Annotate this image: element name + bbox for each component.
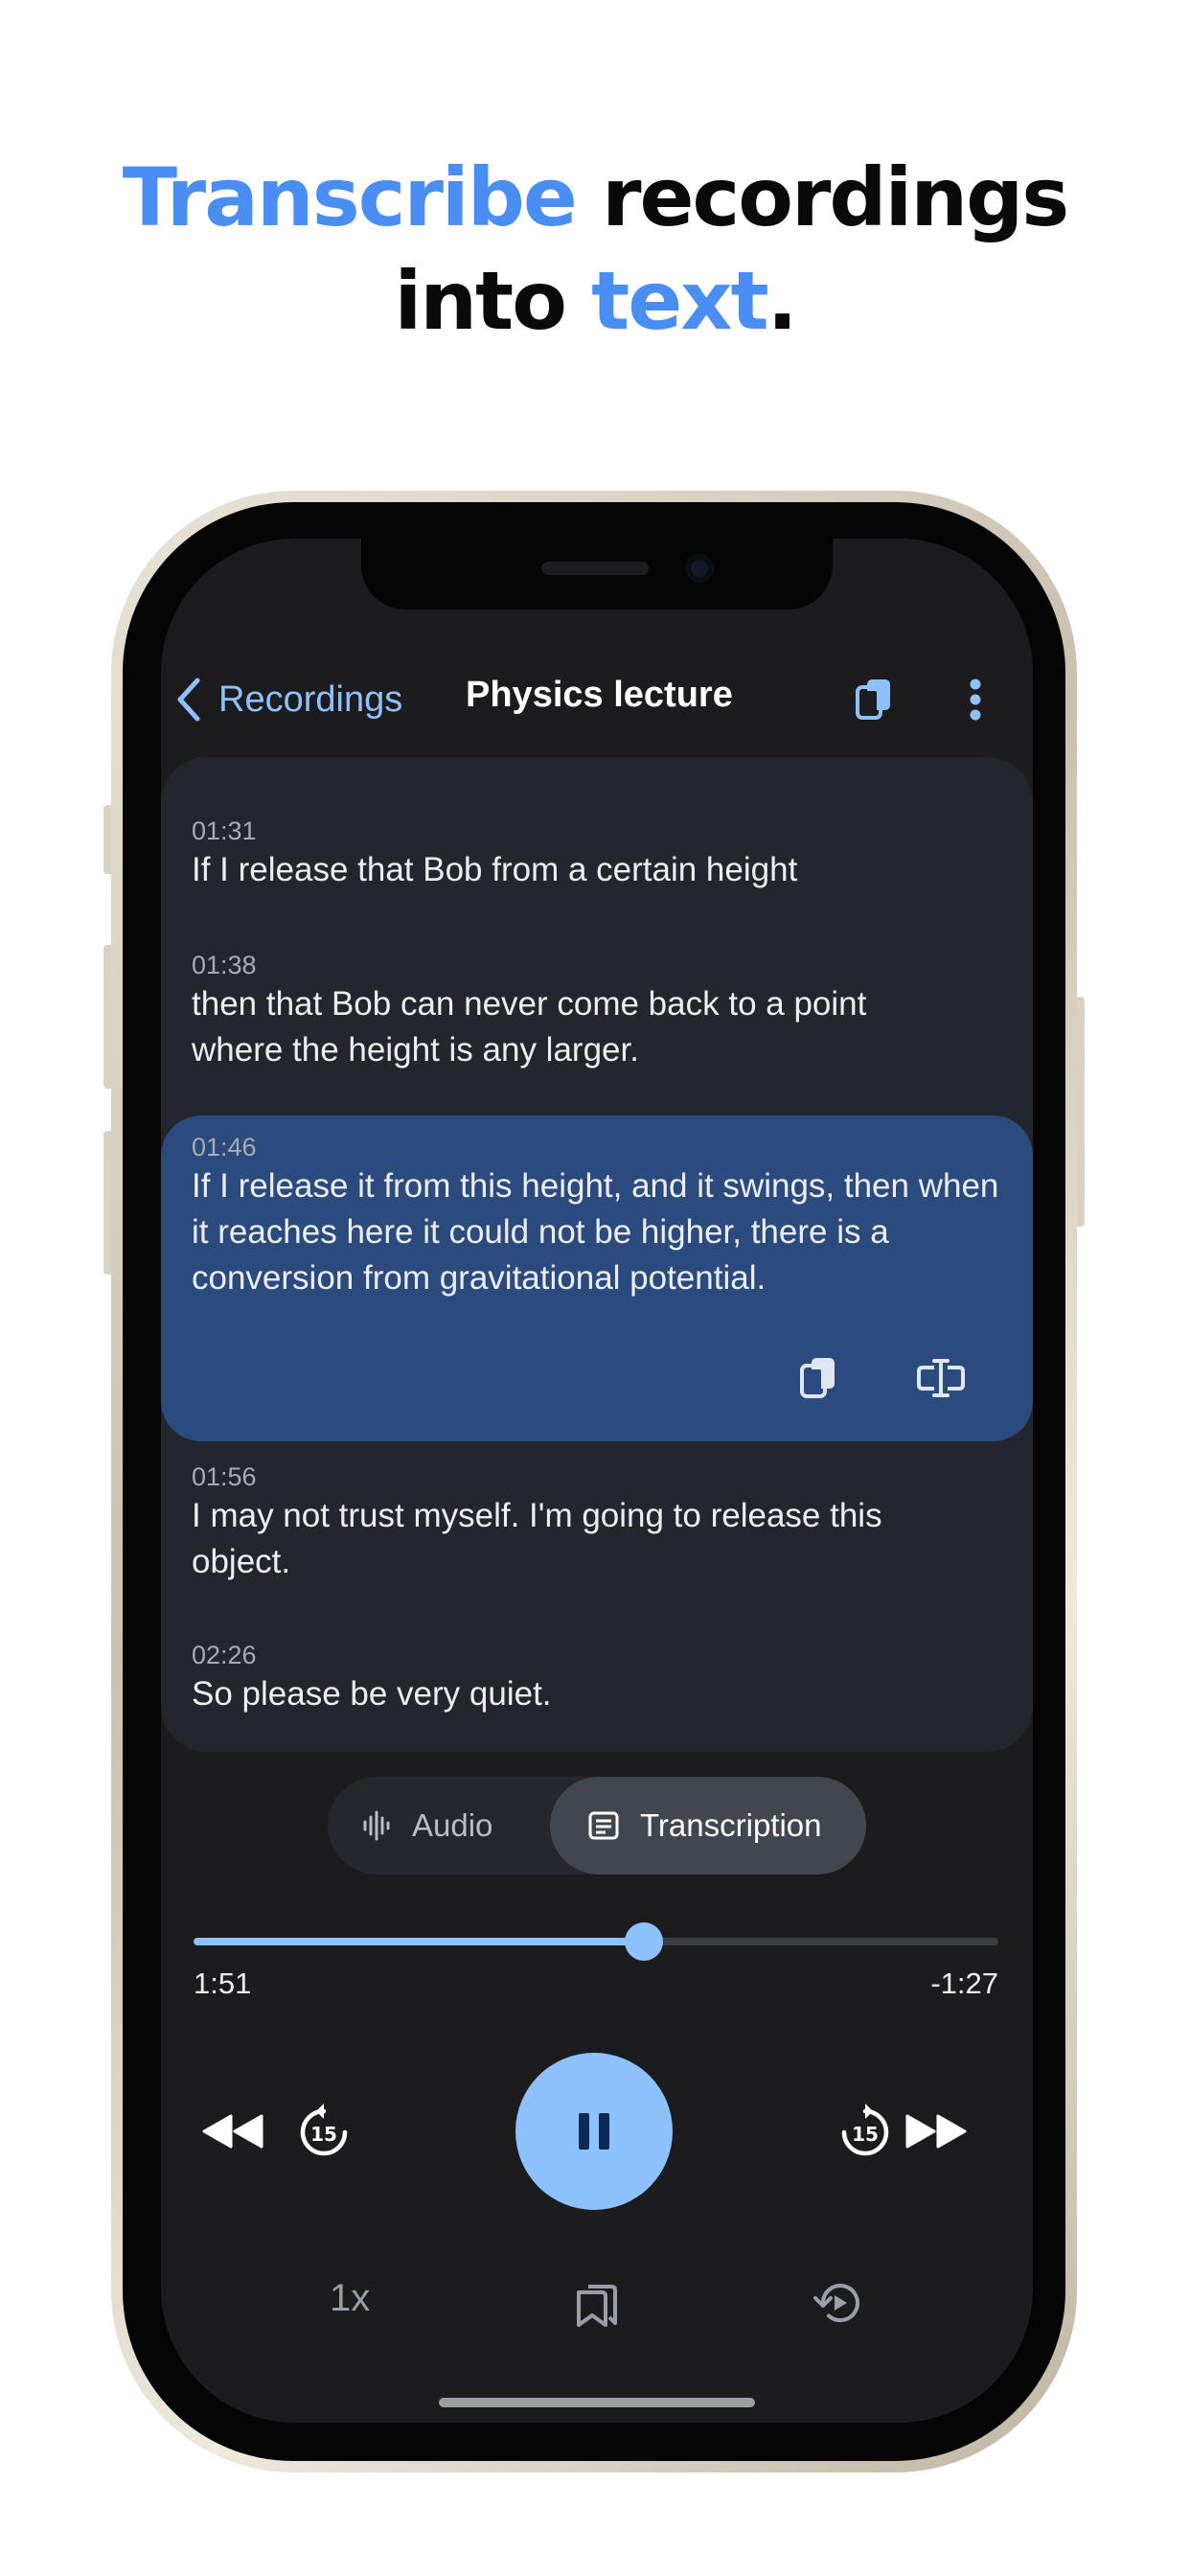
headline-accent-text: text xyxy=(591,254,768,348)
more-vertical-icon xyxy=(970,678,981,721)
headline-line-1: Transcribe recordings xyxy=(0,146,1190,249)
playback-history-button[interactable] xyxy=(805,2269,872,2336)
page-title: Physics lecture xyxy=(466,675,733,715)
home-indicator xyxy=(439,2398,755,2407)
transcript-segment-active[interactable]: 01:46 If I release it from this height, … xyxy=(161,1116,1033,1441)
skip-back-button[interactable]: 15 xyxy=(286,2093,362,2170)
copy-icon xyxy=(800,1358,835,1398)
segment-timestamp: 02:26 xyxy=(192,1641,257,1669)
earpiece-speaker xyxy=(541,562,649,575)
elapsed-time: 1:51 xyxy=(194,1966,252,2000)
view-toggle: Audio Transcription xyxy=(328,1777,866,1874)
skip-back-15-icon: 15 xyxy=(300,2104,348,2156)
headline-into: into xyxy=(394,254,592,348)
more-options-button[interactable] xyxy=(949,673,1002,726)
segment-actions xyxy=(788,1347,972,1409)
back-button[interactable]: Recordings xyxy=(174,671,402,728)
skip-back-seconds: 15 xyxy=(310,2123,337,2146)
play-pause-button[interactable] xyxy=(515,2053,673,2210)
phone-screen: Recordings Physics lecture 01:31 If I re… xyxy=(161,539,1033,2423)
pause-icon xyxy=(579,2113,609,2150)
segment-timestamp: 01:56 xyxy=(192,1462,257,1491)
transcript-segment[interactable]: 01:31 If I release that Bob from a certa… xyxy=(161,757,1033,891)
skip-forward-15-icon: 15 xyxy=(841,2104,889,2156)
playback-progress-fill xyxy=(194,1938,645,1945)
audio-tab-label: Audio xyxy=(412,1807,493,1843)
headline-accent-transcribe: Transcribe xyxy=(122,150,578,244)
navigation-bar: Recordings Physics lecture xyxy=(161,648,1033,755)
transcript-segment[interactable]: 01:56 I may not trust myself. I'm going … xyxy=(161,1443,1033,1625)
copy-icon xyxy=(856,679,890,720)
promo-headline: Transcribe recordings into text. xyxy=(0,146,1190,353)
segment-text: then that Bob can never come back to a p… xyxy=(192,985,867,1069)
headline-line-2: into text. xyxy=(0,249,1190,353)
transcription-tab[interactable]: Transcription xyxy=(550,1777,866,1874)
skip-forward-seconds: 15 xyxy=(852,2123,879,2146)
waveform-icon xyxy=(363,1810,390,1841)
bookmarks-icon xyxy=(577,2285,617,2327)
rewind-button[interactable] xyxy=(195,2095,270,2168)
segment-timestamp: 01:46 xyxy=(192,1133,257,1162)
chevron-left-icon xyxy=(177,678,200,722)
headline-recordings: recordings xyxy=(575,150,1069,244)
fast-forward-button[interactable] xyxy=(899,2095,973,2168)
audio-tab[interactable]: Audio xyxy=(328,1777,550,1874)
notch xyxy=(361,539,833,610)
transcript-card: 01:31 If I release that Bob from a certa… xyxy=(161,757,1033,1752)
front-camera xyxy=(685,554,714,583)
playback-scrubber-thumb[interactable] xyxy=(625,1922,664,1961)
edit-segment-button[interactable] xyxy=(910,1347,972,1409)
transcript-segment[interactable]: 02:26 So please be very quiet. xyxy=(161,1625,1033,1752)
remaining-time: -1:27 xyxy=(930,1966,998,2000)
transcript-segment[interactable]: 01:38 then that Bob can never come back … xyxy=(161,891,1033,1112)
segment-text: I may not trust myself. I'm going to rel… xyxy=(192,1497,882,1580)
copy-transcript-button[interactable] xyxy=(847,673,901,726)
segment-text: If I release that Bob from a certain hei… xyxy=(192,851,798,888)
text-cursor-icon xyxy=(917,1359,965,1397)
document-text-icon xyxy=(588,1811,619,1840)
skip-forward-button[interactable]: 15 xyxy=(827,2093,904,2170)
segment-timestamp: 01:38 xyxy=(192,951,257,979)
headline-period: . xyxy=(767,254,798,348)
segment-timestamp: 01:31 xyxy=(192,816,257,845)
playback-progress-track[interactable] xyxy=(194,1922,998,1961)
segment-text: So please be very quiet. xyxy=(192,1675,552,1713)
segment-text: If I release it from this height, and it… xyxy=(192,1167,999,1297)
back-label: Recordings xyxy=(218,678,403,720)
rewind-icon xyxy=(202,2114,263,2149)
transcription-tab-label: Transcription xyxy=(640,1807,822,1843)
fast-forward-icon xyxy=(905,2114,967,2149)
bookmark-button[interactable] xyxy=(563,2269,630,2336)
copy-segment-button[interactable] xyxy=(788,1347,849,1409)
history-play-icon xyxy=(813,2284,859,2323)
playback-speed-button[interactable]: 1x xyxy=(330,2277,370,2320)
